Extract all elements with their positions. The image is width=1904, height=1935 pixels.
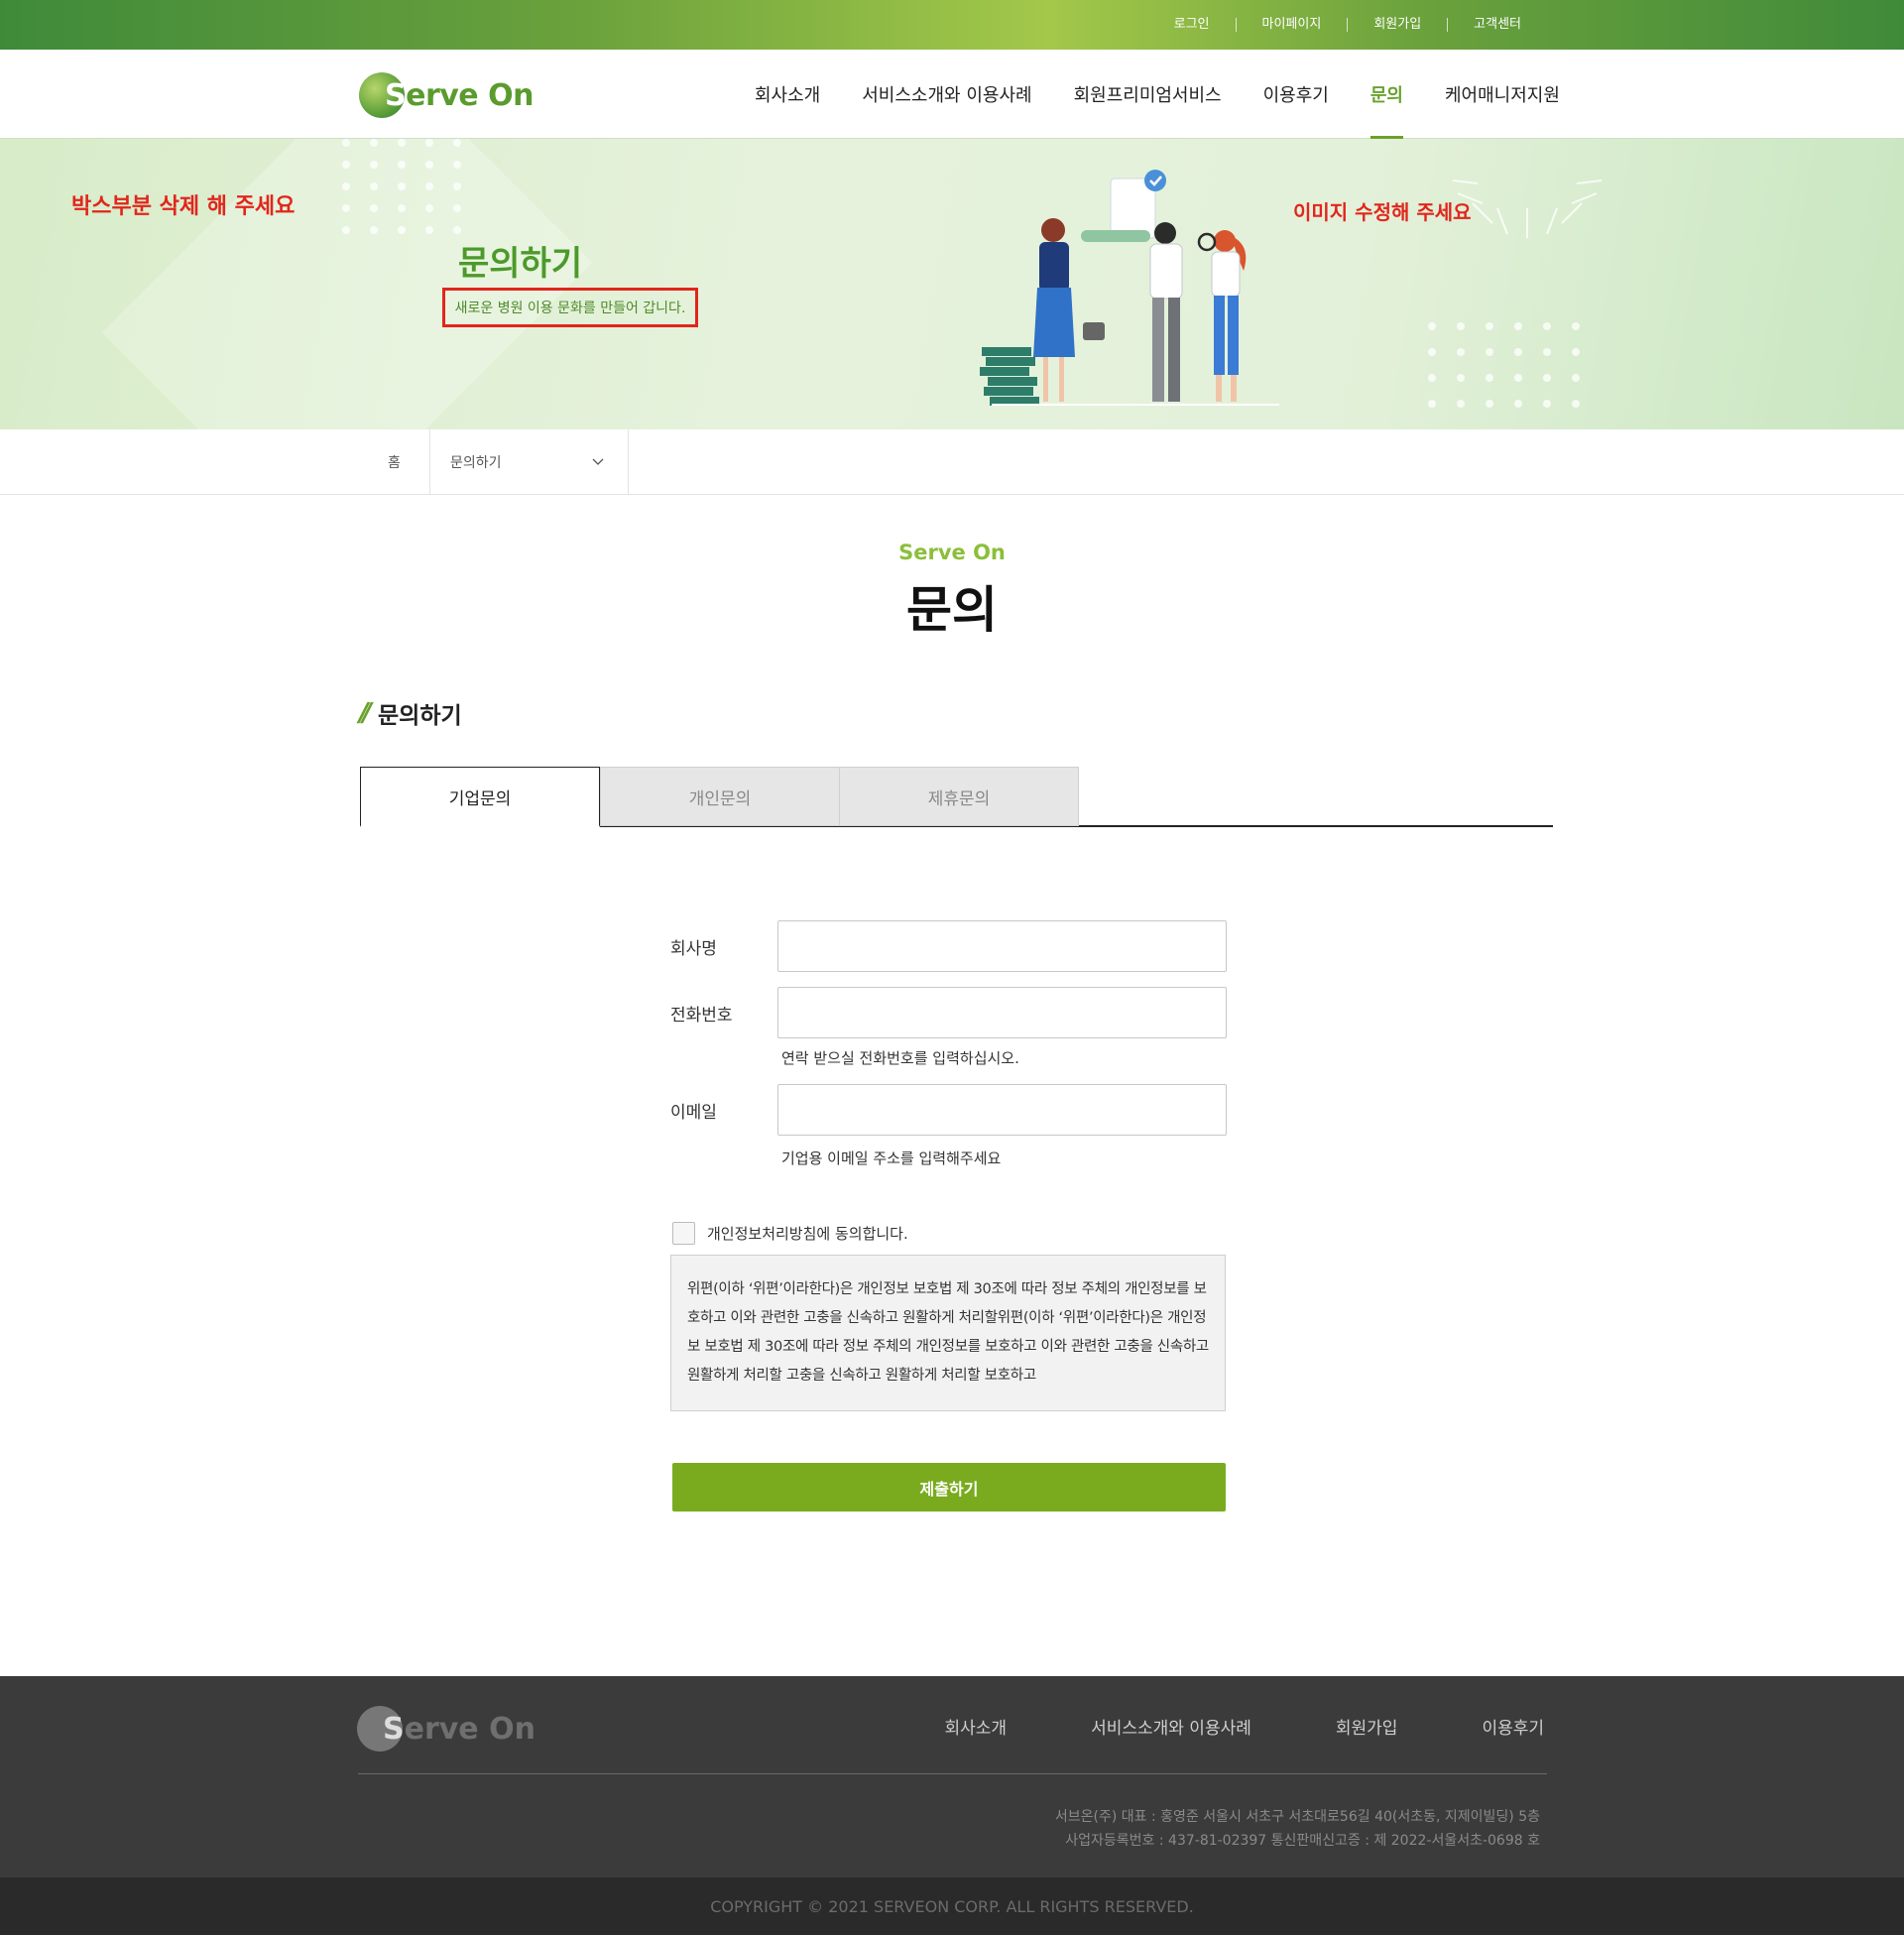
- footer-nav-services[interactable]: 서비스소개와 이용사례: [1091, 1714, 1251, 1739]
- breadcrumb-home[interactable]: 홈: [359, 429, 430, 495]
- email-label: 이메일: [670, 1103, 717, 1123]
- email-input[interactable]: [777, 1084, 1227, 1136]
- customer-center-link[interactable]: 고객센터: [1447, 18, 1547, 32]
- annotation-delete-box: 박스부분 삭제 해 주세요: [71, 194, 296, 219]
- section-title-text: 문의하기: [378, 703, 462, 729]
- nav-inquiry[interactable]: 문의: [1369, 50, 1404, 139]
- dot-pattern-right: [1428, 322, 1581, 408]
- logo[interactable]: Serve On: [359, 71, 534, 119]
- breadcrumb-current: 문의하기: [450, 455, 502, 471]
- company-name-label: 회사명: [670, 939, 717, 959]
- nav-services[interactable]: 서비스소개와 이용사례: [862, 50, 1031, 139]
- footer-company-info: 서브온(주) 대표 : 홍영준 서울시 서초구 서초대로56길 40(서초동, …: [1055, 1805, 1540, 1853]
- email-hint: 기업용 이메일 주소를 입력해주세요: [781, 1149, 1002, 1167]
- burst-lines-icon: [1452, 180, 1603, 238]
- mypage-link[interactable]: 마이페이지: [1235, 18, 1348, 32]
- tab-business-inquiry[interactable]: 기업문의: [360, 767, 600, 827]
- logo-s: S: [385, 77, 407, 113]
- section-title: // 문의하기: [359, 696, 462, 730]
- footer-info-line2: 사업자등록번호 : 437-81-02397 통신판매신고증 : 제 2022-…: [1065, 1833, 1540, 1849]
- business-people-illustration: [980, 170, 1279, 406]
- annotation-edit-image: 이미지 수정해 주세요: [1293, 200, 1472, 224]
- nav-care-manager[interactable]: 케어매니저지원: [1445, 50, 1560, 139]
- tab-partnership-inquiry[interactable]: 제휴문의: [839, 767, 1079, 826]
- main-nav: 회사소개 서비스소개와 이용사례 회원프리미엄서비스 이용후기 문의 케어매니저…: [734, 50, 1581, 139]
- footer-nav-signup[interactable]: 회원가입: [1336, 1714, 1398, 1739]
- top-links: 로그인 마이페이지 회원가입 고객센터: [1148, 0, 1547, 50]
- footer-nav-reviews[interactable]: 이용후기: [1482, 1714, 1544, 1739]
- footer-logo-s: S: [383, 1711, 405, 1747]
- privacy-agree-label[interactable]: 개인정보처리방침에 동의합니다.: [707, 1223, 908, 1244]
- logo-rest: erve On: [406, 77, 534, 113]
- footer-copyright: COPYRIGHT © 2021 SERVEON CORP. ALL RIGHT…: [0, 1877, 1904, 1935]
- banner-subtitle: 새로운 병원 이용 문화를 만들어 갑니다.: [454, 301, 686, 316]
- tab-personal-inquiry[interactable]: 개인문의: [600, 767, 840, 826]
- company-name-input[interactable]: [777, 920, 1227, 972]
- banner: [0, 139, 1904, 429]
- login-link[interactable]: 로그인: [1148, 18, 1236, 32]
- page-title: 문의: [906, 581, 998, 639]
- chevron-down-icon: [592, 458, 604, 465]
- double-slash-icon: //: [359, 698, 372, 728]
- nav-reviews[interactable]: 이용후기: [1263, 50, 1329, 139]
- footer-logo[interactable]: Serve On: [357, 1704, 536, 1754]
- footer-logo-rest: erve On: [404, 1711, 536, 1747]
- dot-pattern: [342, 139, 461, 234]
- signup-link[interactable]: 회원가입: [1347, 18, 1447, 32]
- nav-company[interactable]: 회사소개: [755, 50, 820, 139]
- phone-hint: 연락 받으실 전화번호를 입력하십시오.: [781, 1049, 1019, 1067]
- privacy-agree-checkbox[interactable]: [672, 1222, 695, 1245]
- privacy-policy-text: 위편(이하 ‘위편’이라한다)은 개인정보 보호법 제 30조에 따라 정보 주…: [670, 1255, 1226, 1411]
- footer: [0, 1676, 1904, 1877]
- breadcrumb-bar: [0, 429, 1904, 495]
- phone-label: 전화번호: [670, 1006, 733, 1026]
- submit-button[interactable]: 제출하기: [672, 1463, 1226, 1512]
- breadcrumb-dropdown[interactable]: 문의하기: [430, 429, 629, 495]
- footer-nav: 회사소개 서비스소개와 이용사례 회원가입 이용후기: [861, 1714, 1545, 1739]
- top-bar: [0, 0, 1904, 50]
- footer-nav-company[interactable]: 회사소개: [945, 1714, 1008, 1739]
- inquiry-tabs: 기업문의 개인문의 제휴문의: [360, 767, 1553, 827]
- footer-divider: [358, 1773, 1547, 1774]
- hero-brand: Serve On: [898, 541, 1006, 564]
- banner-subtitle-box: 새로운 병원 이용 문화를 만들어 갑니다.: [442, 288, 698, 327]
- phone-input[interactable]: [777, 987, 1227, 1038]
- banner-title: 문의하기: [458, 244, 583, 284]
- footer-info-line1: 서브온(주) 대표 : 홍영준 서울시 서초구 서초대로56길 40(서초동, …: [1054, 1809, 1540, 1825]
- nav-premium[interactable]: 회원프리미엄서비스: [1074, 50, 1222, 139]
